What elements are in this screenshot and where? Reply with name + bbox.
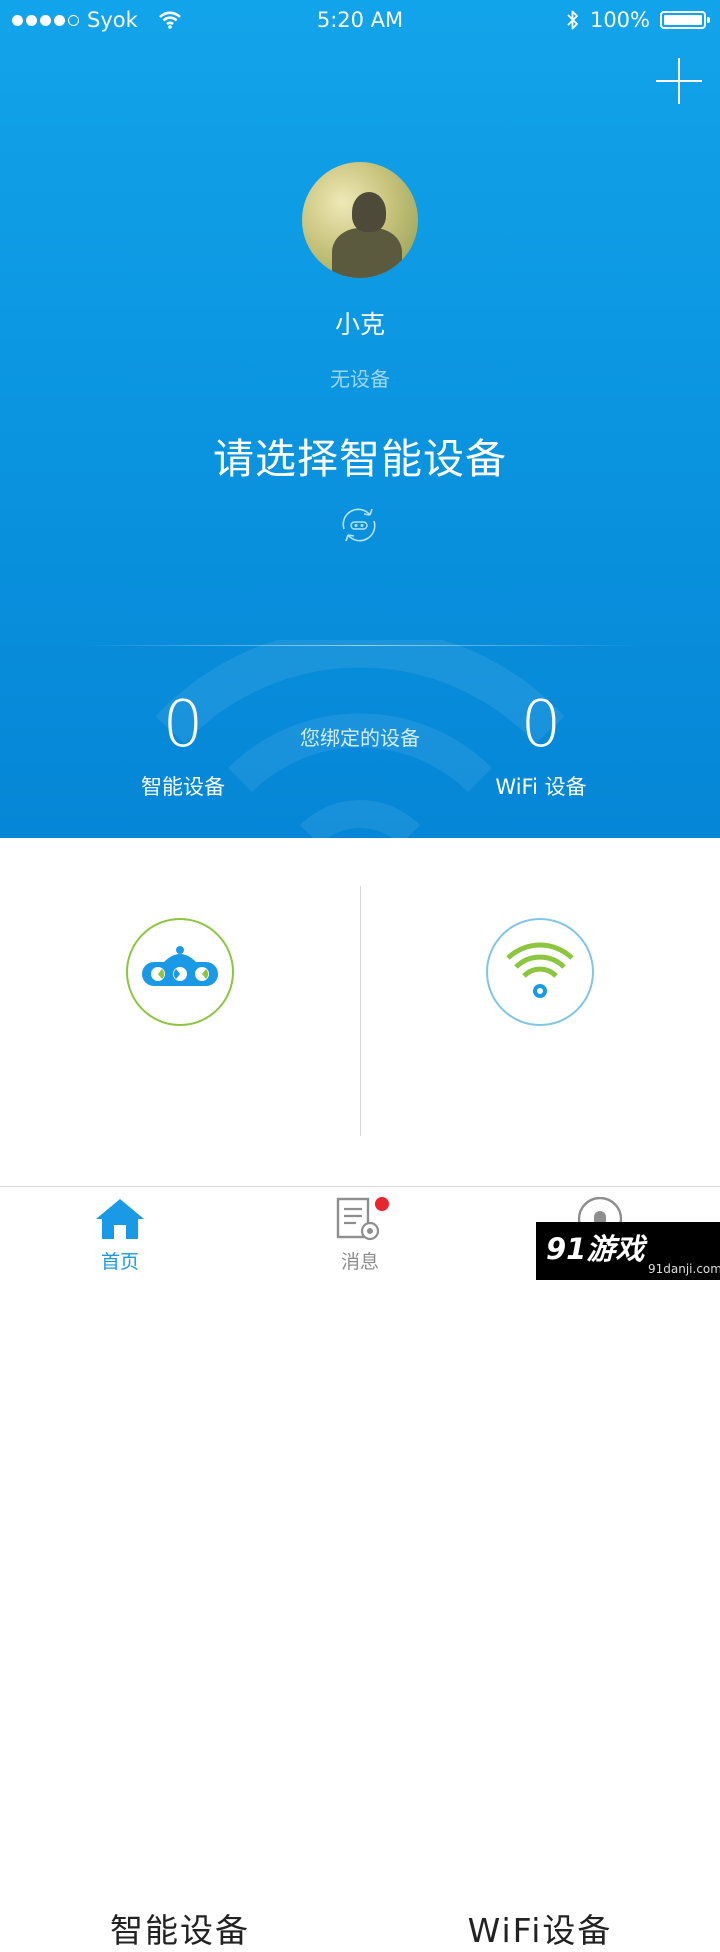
tab-home-label: 首页 [100,1251,139,1273]
watermark-logo: 91游戏 91danji.com [536,1222,720,1280]
smart-device-count-label: 智能设备 [141,775,225,799]
smart-device-card-label: 智能设备 [110,1911,250,1950]
wifi-device-card-label: WiFi设备 [467,1911,613,1950]
bluetooth-icon [567,10,578,30]
select-device-prompt[interactable]: 请选择智能设备 [0,425,720,485]
unread-badge [373,1195,391,1213]
wifi-device-count-label: WiFi 设备 [495,775,587,799]
tab-home[interactable]: 首页 [0,1187,240,1281]
watermark-text: 91游戏 [546,1232,645,1266]
wifi-device-count: 0 [520,688,562,762]
hero-header: Syok 5:20 AM 100% 小克 无设备 请选择智能设备 0 智能设备 … [0,0,720,838]
tab-messages[interactable]: 消息 [240,1187,480,1281]
battery-icon [660,11,710,29]
battery-percent: 100% [589,8,650,32]
tab-messages-label: 消息 [340,1251,379,1273]
user-name: 小克 [334,310,385,339]
device-type-panel: 智能设备 WiFi设备 [0,838,720,1950]
device-status: 无设备 [330,367,390,391]
watermark-url: 91danji.com [648,1262,720,1276]
wifi-icon [486,918,594,1026]
refresh-icon[interactable] [336,505,382,545]
add-device-button[interactable] [656,58,702,104]
robot-icon [126,918,234,1026]
avatar[interactable] [302,162,418,278]
smart-device-card[interactable]: 智能设备 [0,838,360,1950]
status-bar: Syok 5:20 AM 100% [0,0,720,40]
wifi-device-card[interactable]: WiFi设备 [360,838,720,1950]
home-icon [96,1199,144,1239]
